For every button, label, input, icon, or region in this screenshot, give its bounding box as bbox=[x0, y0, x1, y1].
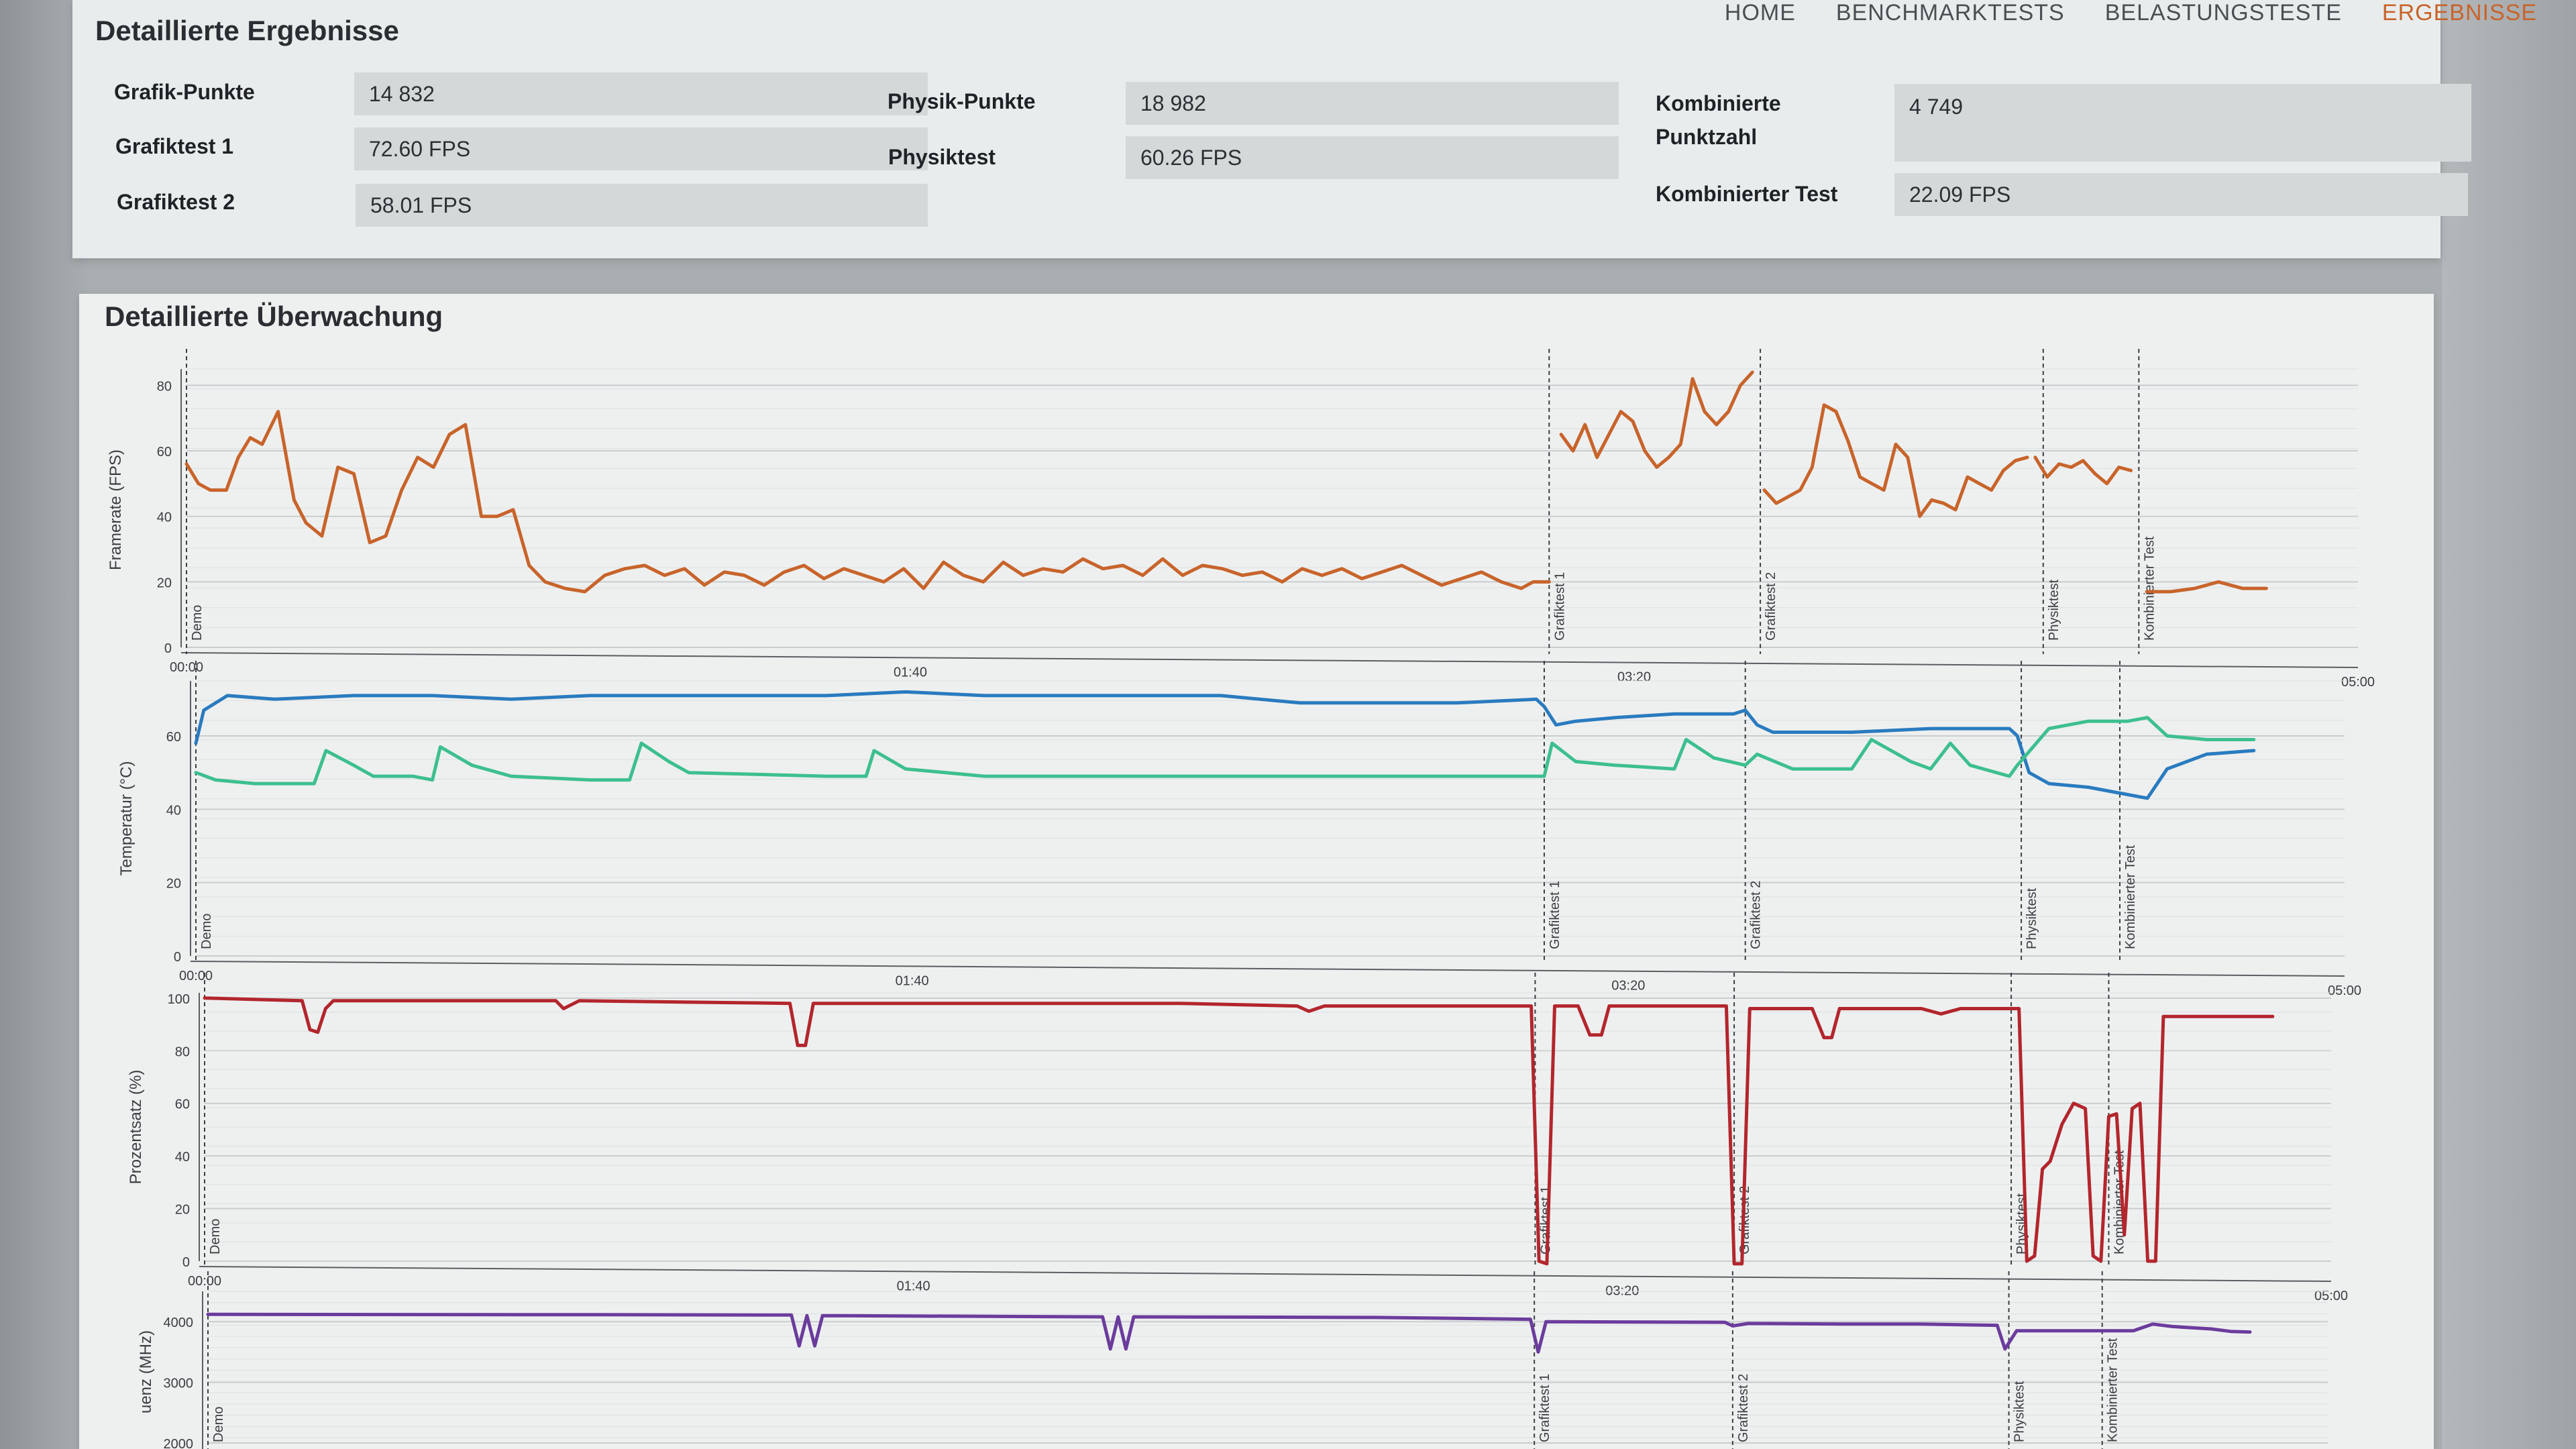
x-tick-label: 03:20 bbox=[1617, 670, 1651, 685]
series-line-0-2 bbox=[1762, 403, 2029, 519]
y-axis-label: Framerate (FPS) bbox=[107, 449, 125, 570]
section-marker-label: Demo bbox=[211, 1407, 226, 1442]
x-tick-label: 05:00 bbox=[2341, 675, 2375, 690]
section-marker-label: Grafiktest 1 bbox=[1538, 1374, 1552, 1442]
y-tick-label: 0 bbox=[182, 1255, 190, 1270]
series-line-0-1 bbox=[1559, 370, 1754, 469]
nav-home[interactable]: HOME bbox=[1725, 0, 1796, 24]
section-marker-label: Kombinierter Test bbox=[2142, 536, 2157, 641]
y-tick-label: 60 bbox=[157, 445, 172, 460]
y-tick-label: 40 bbox=[166, 803, 181, 818]
monitoring-charts: 0 20 40 60 80 00:00 01:40 03:20 05:00 Framerate (… bbox=[107, 349, 2375, 1449]
section-marker-label: Physiktest bbox=[2047, 579, 2061, 641]
section-marker-label: Grafiktest 2 bbox=[1749, 881, 1764, 949]
x-tick-label: 00:00 bbox=[179, 969, 213, 983]
section-marker-label: Grafiktest 2 bbox=[1764, 572, 1778, 641]
y-tick-label: 60 bbox=[175, 1097, 190, 1112]
y-axis-label: uenz (MHz) bbox=[137, 1330, 155, 1413]
y-tick-label: 0 bbox=[164, 641, 172, 656]
series-line-1-0 bbox=[194, 690, 2256, 800]
section-marker-label: Demo bbox=[199, 914, 214, 949]
y-tick-label: 80 bbox=[175, 1044, 190, 1059]
y-tick-label: 20 bbox=[166, 877, 181, 892]
section-marker-label: Grafiktest 2 bbox=[1736, 1374, 1751, 1442]
y-tick-label: 40 bbox=[157, 511, 172, 525]
series-line-0-0 bbox=[184, 410, 1551, 594]
y-tick-label: 3000 bbox=[164, 1377, 194, 1391]
section-marker-label: Physiktest bbox=[2025, 888, 2039, 949]
section-marker-label: Kombinierter Test bbox=[2123, 845, 2138, 949]
y-tick-label: 80 bbox=[157, 379, 172, 394]
series-line-0-4 bbox=[2145, 580, 2268, 594]
section-marker-label: Demo bbox=[208, 1219, 223, 1254]
x-tick-label: 00:00 bbox=[188, 1274, 221, 1289]
x-tick-label: 05:00 bbox=[2328, 983, 2361, 998]
x-tick-label: 03:20 bbox=[1611, 979, 1645, 994]
x-tick-label: 00:00 bbox=[170, 660, 203, 675]
y-axis-label: Temperatur (°C) bbox=[117, 761, 136, 876]
section-marker-label: Grafiktest 1 bbox=[1548, 881, 1562, 949]
section-marker-label: Grafiktest 1 bbox=[1552, 572, 1567, 641]
y-tick-label: 20 bbox=[157, 576, 172, 590]
nav-belastungsteste[interactable]: BELASTUNGSTESTE bbox=[2105, 0, 2342, 24]
nav-benchmarktests[interactable]: BENCHMARKTESTS bbox=[1836, 0, 2065, 24]
x-axis-line bbox=[199, 1266, 2332, 1282]
series-line-0-3 bbox=[2033, 455, 2133, 486]
x-axis-line bbox=[190, 961, 2345, 977]
x-tick-label: 01:40 bbox=[894, 665, 927, 680]
y-tick-label: 2000 bbox=[164, 1437, 194, 1449]
nav-ergebnisse[interactable]: ERGEBNISSE bbox=[2382, 0, 2537, 24]
section-marker-label: Physiktest bbox=[2012, 1381, 2027, 1442]
y-tick-label: 20 bbox=[175, 1203, 190, 1218]
x-tick-label: 05:00 bbox=[2314, 1289, 2348, 1303]
y-tick-label: 60 bbox=[166, 730, 181, 745]
top-navigation: HOME BENCHMARKTESTS BELASTUNGSTESTE ERGE… bbox=[1725, 0, 2576, 28]
y-tick-label: 0 bbox=[174, 950, 181, 965]
x-tick-label: 01:40 bbox=[896, 973, 929, 988]
section-marker-label: Demo bbox=[190, 605, 205, 641]
section-marker-label: Kombinierter Test bbox=[2106, 1338, 2121, 1442]
y-tick-label: 4000 bbox=[164, 1316, 194, 1330]
y-tick-label: 40 bbox=[175, 1150, 190, 1165]
x-axis-line bbox=[180, 652, 2359, 668]
series-line-2-0 bbox=[203, 996, 2275, 1266]
series-line-3-0 bbox=[206, 1312, 2252, 1354]
y-tick-label: 100 bbox=[168, 992, 190, 1007]
y-axis-label: Prozentsatz (%) bbox=[127, 1070, 145, 1185]
